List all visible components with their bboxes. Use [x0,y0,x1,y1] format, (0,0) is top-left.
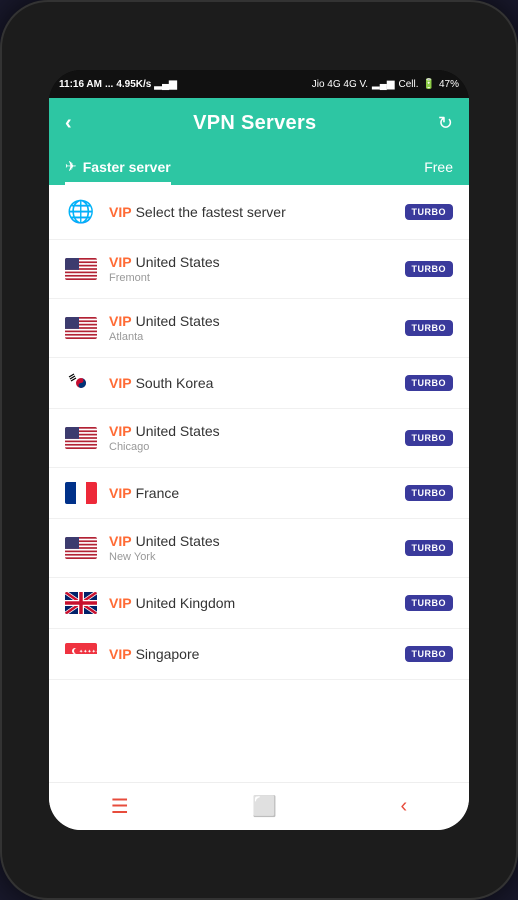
status-cell: Cell. [399,79,419,90]
turbo-badge: TURBO [405,485,454,501]
flag-us-icon [65,537,97,559]
vip-label: VIP [109,595,132,611]
server-title: United States [136,254,220,270]
header-top: ‹ VPN Servers ↻ [65,98,453,148]
phone-screen: 11:16 AM ... 4.95K/s ▂▄▆ Jio 4G 4G V. ▂▄… [49,70,469,830]
server-title: United Kingdom [136,595,236,611]
tab-free[interactable]: Free [424,149,453,185]
tab-faster-label: Faster server [83,159,171,185]
vip-label: VIP [109,533,132,549]
menu-button[interactable]: ☰ [103,786,137,827]
server-info: VIP South Korea [109,375,393,391]
server-title: United States [136,533,220,549]
status-left: 11:16 AM ... 4.95K/s ▂▄▆ [59,79,177,90]
list-item[interactable]: VIP United Kingdom TURBO [49,578,469,629]
list-item[interactable]: VIP United States Chicago TURBO [49,409,469,468]
svg-text:✦✦✦✦✦: ✦✦✦✦✦ [79,649,97,655]
server-name: VIP United States [109,254,393,270]
vip-label: VIP [109,204,132,220]
turbo-badge: TURBO [405,540,454,556]
back-nav-button[interactable]: ‹ [393,787,416,826]
server-subtitle: New York [109,551,393,563]
status-right: Jio 4G 4G V. ▂▄▆ Cell. 🔋 47% [312,79,459,90]
status-signal: ▂▄▆ [372,79,394,90]
vip-label: VIP [109,423,132,439]
flag-fr-icon [65,482,97,504]
server-subtitle: Atlanta [109,331,393,343]
status-time: 11:16 AM [59,79,102,90]
server-title: South Korea [136,375,214,391]
list-item[interactable]: VIP United States New York TURBO [49,519,469,578]
list-item[interactable]: VIP United States Atlanta TURBO [49,299,469,358]
turbo-badge: TURBO [405,204,454,220]
status-dots: ... [105,79,113,90]
server-info: VIP Select the fastest server [109,204,393,220]
server-title: France [136,485,180,501]
server-subtitle: Fremont [109,272,393,284]
server-info: VIP United States Fremont [109,254,393,284]
app-header: ‹ VPN Servers ↻ ✈ Faster server Free [49,98,469,185]
globe-icon: 🌐 [65,199,97,225]
status-battery: 🔋 [423,79,435,90]
status-carrier: Jio 4G 4G V. [312,79,368,90]
server-info: VIP United States New York [109,533,393,563]
status-battery-pct: 47% [439,79,459,90]
flag-uk-icon [65,592,97,614]
server-name: VIP United States [109,533,393,549]
vip-label: VIP [109,254,132,270]
server-list: 🌐 VIP Select the fastest server TURBO [49,185,469,782]
flag-us-icon [65,427,97,449]
server-name: VIP France [109,485,393,501]
header-tabs: ✈ Faster server Free [65,148,453,185]
flag-us-icon [65,317,97,339]
server-info: VIP United Kingdom [109,595,393,611]
list-item[interactable]: 🌐 VIP Select the fastest server TURBO [49,185,469,240]
server-name: VIP United States [109,313,393,329]
list-item[interactable]: VIP France TURBO [49,468,469,519]
list-item[interactable]: ✦✦✦✦✦ VIP Singapore TURBO [49,629,469,680]
status-bar: 11:16 AM ... 4.95K/s ▂▄▆ Jio 4G 4G V. ▂▄… [49,70,469,98]
turbo-badge: TURBO [405,375,454,391]
tab-free-label: Free [424,159,453,185]
page-title: VPN Servers [193,112,316,135]
phone-frame: 11:16 AM ... 4.95K/s ▂▄▆ Jio 4G 4G V. ▂▄… [0,0,518,900]
vip-label: VIP [109,375,132,391]
flag-sg-icon: ✦✦✦✦✦ [65,643,97,665]
server-title: Singapore [136,646,200,662]
airplane-icon: ✈ [65,158,77,185]
flag-kr-icon [65,372,97,394]
vip-label: VIP [109,485,132,501]
server-title: Select the fastest server [136,204,286,220]
bottom-nav: ☰ ⬜ ‹ [49,782,469,830]
server-title: United States [136,423,220,439]
server-name: VIP South Korea [109,375,393,391]
turbo-badge: TURBO [405,261,454,277]
vip-label: VIP [109,646,132,662]
server-info: VIP United States Atlanta [109,313,393,343]
vip-label: VIP [109,313,132,329]
server-name: VIP United Kingdom [109,595,393,611]
refresh-button[interactable]: ↻ [438,113,453,134]
flag-us-icon [65,258,97,280]
server-info: VIP United States Chicago [109,423,393,453]
app-content: ‹ VPN Servers ↻ ✈ Faster server Free [49,98,469,830]
tab-faster-server[interactable]: ✈ Faster server [65,148,187,185]
status-speed: 4.95K/s [116,79,151,90]
server-subtitle: Chicago [109,441,393,453]
turbo-badge: TURBO [405,646,454,662]
turbo-badge: TURBO [405,430,454,446]
home-button[interactable]: ⬜ [244,786,285,827]
turbo-badge: TURBO [405,595,454,611]
list-item[interactable]: VIP United States Fremont TURBO [49,240,469,299]
list-item[interactable]: VIP South Korea TURBO [49,358,469,409]
server-name: VIP Select the fastest server [109,204,393,220]
server-info: VIP France [109,485,393,501]
server-info: VIP Singapore [109,646,393,662]
status-signal-bars: ▂▄▆ [154,79,176,90]
server-name: VIP Singapore [109,646,393,662]
back-button[interactable]: ‹ [65,112,72,135]
turbo-badge: TURBO [405,320,454,336]
server-title: United States [136,313,220,329]
server-name: VIP United States [109,423,393,439]
